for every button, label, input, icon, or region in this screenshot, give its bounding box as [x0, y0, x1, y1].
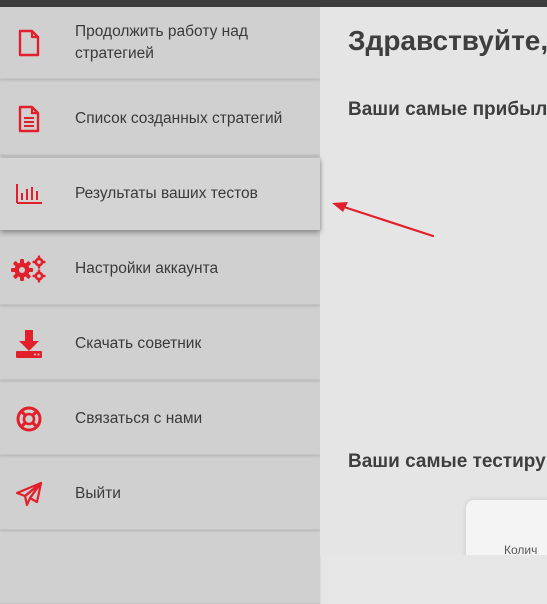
top-bar — [0, 0, 547, 7]
paper-plane-icon — [11, 478, 47, 510]
section-title-profitable: Ваши самые прибыль — [348, 99, 547, 120]
sidebar-item-label: Список созданных стратегий — [75, 110, 283, 127]
main-content: Здравствуйте, Ваши самые прибыль Ваши са… — [320, 7, 547, 555]
sidebar-item-label: Продолжить работу над стратегией — [75, 23, 248, 62]
lifebuoy-icon — [11, 403, 47, 435]
section-title-tested: Ваши самые тестиру — [348, 451, 546, 472]
download-icon — [11, 328, 47, 360]
sidebar-item-strategies-list[interactable]: Список созданных стратегий — [0, 83, 320, 155]
stats-card: Колич — [466, 500, 547, 555]
card-label: Колич — [504, 543, 538, 555]
sidebar-item-test-results[interactable]: Результаты ваших тестов — [0, 158, 320, 230]
bar-chart-icon — [11, 178, 47, 210]
sidebar-item-account-settings[interactable]: Настройки аккаунта — [0, 233, 320, 305]
sidebar-item-partial[interactable] — [0, 532, 320, 604]
sidebar-item-label: Скачать советник — [75, 335, 202, 352]
sidebar-item-download-advisor[interactable]: Скачать советник — [0, 308, 320, 380]
sidebar-nav: Продолжить работу над стратегией Список … — [0, 7, 320, 604]
sidebar-item-label: Выйти — [75, 485, 121, 502]
sidebar-item-label: Результаты ваших тестов — [75, 185, 258, 202]
sidebar-item-label: Настройки аккаунта — [75, 260, 219, 277]
file-text-icon — [11, 103, 47, 135]
page-title: Здравствуйте, — [348, 25, 547, 56]
sidebar-item-contact-us[interactable]: Связаться с нами — [0, 383, 320, 455]
gears-icon — [11, 253, 47, 285]
sidebar-item-label: Связаться с нами — [75, 410, 203, 427]
sidebar-item-logout[interactable]: Выйти — [0, 458, 320, 530]
sidebar-item-continue-strategy[interactable]: Продолжить работу над стратегией — [0, 7, 320, 79]
file-icon — [11, 27, 47, 59]
